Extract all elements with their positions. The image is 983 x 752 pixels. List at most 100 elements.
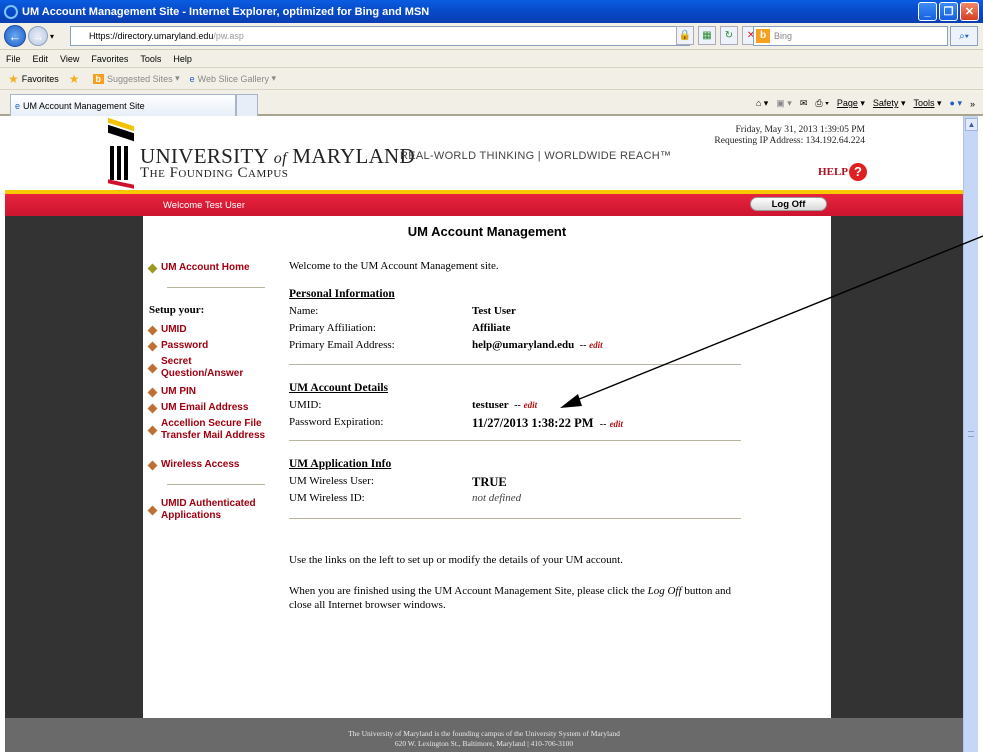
add-favorite-button[interactable]: ★ — [69, 72, 83, 86]
nav-um-account-home[interactable]: UM Account Home — [147, 262, 250, 274]
name-value: Test User — [472, 305, 516, 317]
bullet-icon — [147, 263, 158, 273]
menu-edit[interactable]: Edit — [33, 54, 49, 64]
page-viewport: UNIVERSITY of MARYLAND The Founding Camp… — [5, 116, 963, 752]
new-tab-button[interactable] — [236, 94, 258, 116]
page-menu[interactable]: Page ▾ — [837, 98, 865, 109]
scroll-up-icon[interactable]: ▲ — [965, 118, 978, 131]
edit-umid-link[interactable]: edit — [524, 400, 538, 410]
window-title: UM Account Management Site - Internet Ex… — [22, 5, 430, 18]
nav-wireless-access[interactable]: Wireless Access — [147, 459, 239, 471]
back-button[interactable]: ← — [4, 25, 26, 47]
nav-divider — [167, 287, 265, 288]
footer-address: 620 W. Lexington St., Baltimore, Marylan… — [394, 739, 574, 748]
bullet-icon — [147, 460, 158, 470]
wireless-user-value: TRUE — [472, 475, 507, 489]
log-off-button[interactable]: Log Off — [750, 197, 827, 211]
footer-line-1: The University of Maryland is the foundi… — [348, 729, 620, 738]
bing-icon: b — [756, 29, 770, 43]
search-input[interactable]: b Bing — [753, 26, 948, 46]
bullet-icon — [147, 325, 158, 335]
bullet-icon — [147, 363, 158, 373]
address-toolbar: ← → ▾ Https://directory.umaryland.edu/pw… — [0, 23, 983, 50]
current-datetime: Friday, May 31, 2013 1:39:05 PM — [735, 125, 865, 135]
favorites-button[interactable]: ★ Favorites — [8, 72, 59, 86]
home-icon[interactable]: ⌂ ▾ — [756, 98, 768, 109]
nav-um-email-address[interactable]: UM Email Address — [147, 402, 248, 414]
name-row: Name: Test User — [289, 305, 516, 317]
web-slice-gallery-link[interactable]: e Web Slice Gallery ▾ — [190, 73, 276, 84]
safety-menu[interactable]: Safety ▾ — [873, 98, 906, 109]
menu-favorites[interactable]: Favorites — [91, 54, 128, 64]
restore-button[interactable]: ❐ — [939, 2, 958, 21]
site-footer: The University of Maryland is the foundi… — [5, 718, 963, 752]
feeds-icon[interactable]: ▣ ▾ — [776, 98, 792, 109]
ie-icon: e — [15, 100, 21, 111]
menu-tools[interactable]: Tools — [140, 54, 161, 64]
bing-icon: b — [92, 73, 105, 84]
vertical-scrollbar[interactable]: ▲ — [963, 116, 978, 752]
tab-um-account[interactable]: e UM Account Management Site — [10, 94, 236, 116]
menu-help[interactable]: Help — [173, 54, 192, 64]
nav-password[interactable]: Password — [147, 340, 208, 352]
history-dropdown-icon[interactable]: ▾ — [50, 32, 54, 41]
add-favorite-icon: ★ — [68, 71, 80, 86]
email-value: help@umaryland.edu — [472, 339, 575, 351]
account-details-heading: UM Account Details — [289, 382, 389, 394]
help-icon[interactable]: ● ▾ — [950, 98, 962, 109]
mail-icon[interactable]: ✉ — [800, 98, 808, 109]
tools-menu[interactable]: Tools ▾ — [913, 98, 941, 109]
nav-secret-question[interactable]: Secret Question/Answer — [147, 356, 265, 380]
content-panel: UM Account Management UM Account Home UM… — [143, 216, 831, 718]
menu-view[interactable]: View — [60, 54, 79, 64]
close-button[interactable]: ✕ — [960, 2, 979, 21]
compatibility-view-icon[interactable]: ▦ — [698, 26, 716, 45]
nav-umid-authenticated-apps[interactable]: UMID Authenticated Applications — [147, 498, 267, 522]
bullet-icon — [147, 403, 158, 413]
print-icon[interactable]: ⎙ ▾ — [815, 98, 828, 109]
window-titlebar: UM Account Management Site - Internet Ex… — [0, 0, 983, 23]
password-expiration-row: Password Expiration: 11/27/2013 1:38:22 P… — [289, 416, 624, 430]
search-button[interactable]: ⌕▾ — [950, 26, 978, 46]
edit-password-link[interactable]: edit — [610, 419, 624, 429]
nav-um-pin[interactable]: UM PIN — [147, 386, 196, 398]
application-info-heading: UM Application Info — [289, 458, 392, 470]
minimize-button[interactable]: _ — [918, 2, 937, 21]
email-row: Primary Email Address: help@umaryland.edu… — [289, 339, 603, 351]
bullet-icon — [147, 425, 158, 435]
scroll-grip-icon — [968, 431, 974, 437]
bullet-icon — [147, 387, 158, 397]
logoff-instructions: When you are finished using the UM Accou… — [289, 585, 732, 611]
wireless-id-row: UM Wireless ID: not defined — [289, 492, 522, 504]
nav-accellion[interactable]: Accellion Secure File Transfer Mail Addr… — [147, 418, 269, 442]
lock-icon[interactable]: 🔒 — [676, 26, 694, 45]
personal-info-heading: Personal Information — [289, 288, 395, 300]
suggested-sites-link[interactable]: b Suggested Sites ▾ — [92, 73, 180, 84]
help-link[interactable]: HELP ? — [818, 163, 867, 181]
wireless-id-value: not defined — [472, 492, 522, 504]
refresh-icon[interactable]: ↻ — [720, 26, 738, 45]
affiliation-value: Affiliate — [472, 322, 511, 334]
bullet-icon — [147, 341, 158, 351]
umaryland-logo-icon — [108, 117, 134, 189]
nav-divider — [167, 484, 265, 485]
welcome-text: Welcome to the UM Account Management sit… — [289, 260, 499, 272]
umid-value: testuser — [472, 399, 509, 411]
tagline: REAL-WORLD THINKING | WORLDWIDE REACH™ — [400, 150, 672, 162]
menu-file[interactable]: File — [6, 54, 21, 64]
command-bar: ⌂ ▾ ▣ ▾ ✉ ⎙ ▾ Page ▾ Safety ▾ Tools ▾ ● … — [756, 98, 975, 109]
tab-bar: e UM Account Management Site ⌂ ▾ ▣ ▾ ✉ ⎙… — [0, 90, 983, 116]
help-question-icon: ? — [849, 163, 867, 181]
edit-email-link[interactable]: edit — [589, 340, 603, 350]
umid-row: UMID: testuser -- edit — [289, 399, 538, 411]
forward-button[interactable]: → — [28, 26, 48, 46]
star-icon: ★ — [8, 71, 19, 86]
address-input[interactable]: Https://directory.umaryland.edu/pw.asp — [70, 26, 690, 46]
user-bar: Welcome Test User Log Off — [5, 194, 963, 216]
section-divider — [289, 518, 741, 519]
setup-label: Setup your: — [149, 304, 205, 316]
chevron-more-icon[interactable]: » — [970, 99, 975, 109]
nav-umid[interactable]: UMID — [147, 324, 187, 336]
password-expiration-value: 11/27/2013 1:38:22 PM — [472, 416, 594, 430]
welcome-message: Welcome Test User — [163, 200, 246, 211]
